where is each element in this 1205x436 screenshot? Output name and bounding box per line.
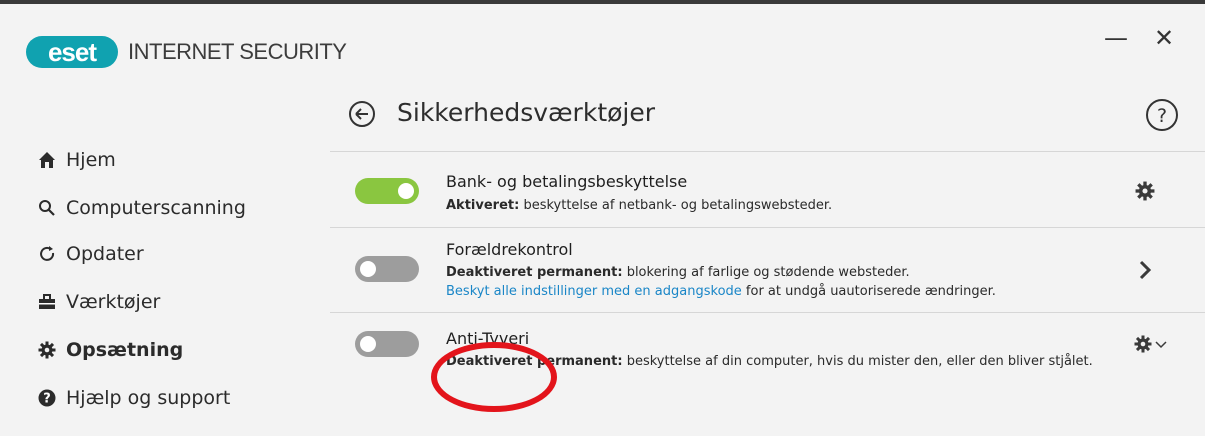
back-arrow-icon <box>349 101 375 127</box>
home-icon <box>38 151 66 169</box>
bank-protection-toggle[interactable] <box>355 178 419 204</box>
toolbox-icon <box>38 293 66 311</box>
gear-icon <box>38 341 66 359</box>
sidebar-item-opsaetning[interactable]: Opsætning <box>38 335 183 365</box>
status-description: beskyttelse af netbank- og betalingswebs… <box>519 198 833 213</box>
tool-row-antitheft: Anti-Tyveri Deaktiveret permanent: besky… <box>330 313 1205 393</box>
tool-name: Anti-Tyveri <box>446 329 530 348</box>
gear-icon <box>1135 181 1155 201</box>
password-protect-line: Beskyt alle indstillinger med en adgangs… <box>446 284 996 299</box>
help-icon: ? <box>1146 99 1178 131</box>
sidebar-item-label: Opsætning <box>66 339 184 361</box>
status-label: Deaktiveret permanent: <box>446 354 623 369</box>
product-name: INTERNET SECURITY <box>128 39 347 64</box>
help-button[interactable]: ? <box>1145 98 1179 132</box>
password-protect-link[interactable]: Beskyt alle indstillinger med en adgangs… <box>446 284 742 299</box>
svg-text:?: ? <box>1157 105 1167 127</box>
chevron-right-icon <box>1139 260 1152 280</box>
svg-text:?: ? <box>43 392 51 407</box>
help-circle-icon: ? <box>38 389 66 407</box>
parental-control-toggle[interactable] <box>355 256 419 282</box>
sidebar-item-opdater[interactable]: Opdater <box>38 239 144 269</box>
sidebar-item-label: Hjælp og support <box>66 387 231 409</box>
link-suffix: for at undgå uautoriserede ændringer. <box>741 284 996 299</box>
sidebar-item-home[interactable]: Hjem <box>38 145 116 175</box>
search-icon <box>38 199 66 217</box>
anti-theft-toggle[interactable] <box>355 331 419 357</box>
status-description: beskyttelse af din computer, hvis du mis… <box>622 354 1093 369</box>
tool-name: Forældrekontrol <box>446 240 573 259</box>
tool-status: Deaktiveret permanent: blokering af farl… <box>446 265 910 280</box>
sidebar-item-label: Computerscanning <box>66 197 246 219</box>
sidebar-item-hjaelp[interactable]: ? Hjælp og support <box>38 383 230 413</box>
eset-logo-badge: eset <box>26 36 118 68</box>
bank-settings-button[interactable] <box>1130 176 1160 206</box>
status-label: Aktiveret: <box>446 198 520 213</box>
tool-status: Deaktiveret permanent: beskyttelse af di… <box>446 354 1093 369</box>
sidebar-item-computerscanning[interactable]: Computerscanning <box>38 193 246 223</box>
refresh-icon <box>38 245 66 263</box>
tool-name: Bank- og betalingsbeskyttelse <box>446 172 688 191</box>
tool-row-parental: Forældrekontrol Deaktiveret permanent: b… <box>330 228 1205 312</box>
anti-theft-settings-button[interactable] <box>1130 329 1174 359</box>
parental-open-button[interactable] <box>1130 255 1160 285</box>
back-button[interactable] <box>348 100 376 128</box>
sidebar-item-label: Hjem <box>66 149 116 171</box>
gear-dropdown-icon <box>1134 335 1167 353</box>
page-title: Sikkerhedsværktøjer <box>397 98 656 127</box>
app-logo: eset INTERNET SECURITY <box>26 36 347 68</box>
sidebar-item-label: Opdater <box>66 243 144 265</box>
app-window: eset INTERNET SECURITY — ✕ Hjem Computer… <box>0 0 1205 436</box>
sidebar-item-vaerktojer[interactable]: Værktøjer <box>38 287 160 317</box>
tool-status: Aktiveret: beskyttelse af netbank- og be… <box>446 198 832 213</box>
status-description: blokering af farlige og stødende websted… <box>622 265 910 280</box>
tool-row-bank: Bank- og betalingsbeskyttelse Aktiveret:… <box>330 152 1205 227</box>
status-label: Deaktiveret permanent: <box>446 265 623 280</box>
main-panel: Sikkerhedsværktøjer ? Bank- og betalings… <box>330 0 1205 436</box>
sidebar-item-label: Værktøjer <box>66 291 161 313</box>
